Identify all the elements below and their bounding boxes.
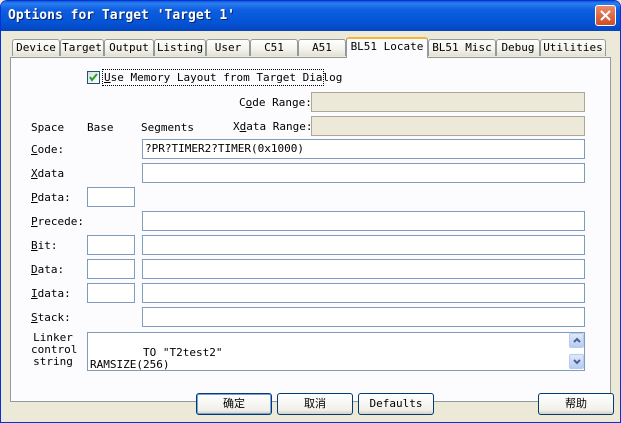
chevron-up-icon bbox=[573, 337, 581, 343]
tab-listing[interactable]: Listing bbox=[154, 39, 206, 56]
scroll-down-button[interactable] bbox=[569, 354, 584, 369]
options-dialog: Options for Target 'Target 1' Device Tar… bbox=[0, 0, 621, 423]
cancel-button[interactable]: 取消 bbox=[277, 393, 353, 415]
tab-bl51-locate[interactable]: BL51 Locate bbox=[346, 37, 428, 58]
linker-control-textarea[interactable]: TO "T2test2" RAMSIZE(256) bbox=[87, 332, 585, 371]
close-button[interactable] bbox=[595, 5, 616, 26]
data-base-field[interactable] bbox=[87, 259, 135, 279]
xdata-range-field bbox=[311, 116, 585, 136]
tab-c51[interactable]: C51 bbox=[250, 39, 298, 56]
use-memory-layout-label[interactable]: Use Memory Layout from Target Dialog bbox=[104, 71, 342, 84]
title-bar[interactable]: Options for Target 'Target 1' bbox=[1, 1, 620, 31]
linker-control-text: TO "T2test2" RAMSIZE(256) bbox=[90, 346, 223, 371]
bit-base-field[interactable] bbox=[87, 235, 135, 255]
precede-segments-field[interactable] bbox=[142, 211, 585, 231]
defaults-button[interactable]: Defaults bbox=[358, 393, 434, 415]
idata-label: Idata: bbox=[31, 287, 71, 300]
code-label: Code: bbox=[31, 143, 65, 156]
xdata-label: Xdata bbox=[31, 167, 65, 180]
scroll-up-button[interactable] bbox=[569, 333, 584, 348]
data-label: Data: bbox=[31, 263, 65, 276]
dialog-client: Device Target Output Listing User C51 A5… bbox=[4, 31, 617, 419]
xdata-range-label: Xdata Range: bbox=[233, 120, 313, 133]
code-segments-field[interactable]: ?PR?TIMER2?TIMER(0x1000) bbox=[142, 139, 585, 159]
use-memory-layout-checkbox[interactable] bbox=[87, 71, 100, 84]
precede-label: Precede: bbox=[31, 215, 84, 228]
idata-base-field[interactable] bbox=[87, 283, 135, 303]
tab-user[interactable]: User bbox=[206, 39, 250, 56]
ok-button[interactable]: 确定 bbox=[196, 393, 272, 415]
tab-bl51-misc[interactable]: BL51 Misc bbox=[428, 39, 496, 56]
code-range-field bbox=[311, 92, 585, 112]
xdata-segments-field[interactable] bbox=[142, 163, 585, 183]
bit-label: Bit: bbox=[31, 239, 58, 252]
base-header: Base bbox=[87, 121, 114, 134]
stack-label: Stack: bbox=[31, 311, 71, 324]
tab-utilities[interactable]: Utilities bbox=[540, 39, 606, 56]
pdata-base-field[interactable] bbox=[87, 187, 135, 207]
help-button[interactable]: 帮助 bbox=[538, 393, 614, 415]
linker-control-label: Linker control string bbox=[31, 331, 78, 368]
chevron-down-icon bbox=[573, 359, 581, 365]
window-title: Options for Target 'Target 1' bbox=[8, 8, 235, 23]
tab-target[interactable]: Target bbox=[60, 39, 104, 56]
tab-output[interactable]: Output bbox=[104, 39, 154, 56]
bl51-locate-panel: Use Memory Layout from Target Dialog Cod… bbox=[10, 57, 611, 402]
pdata-label: Pdata: bbox=[31, 191, 71, 204]
tab-device[interactable]: Device bbox=[12, 39, 60, 56]
checkmark-icon bbox=[89, 73, 98, 82]
data-segments-field[interactable] bbox=[142, 259, 585, 279]
code-range-label: Code Range: bbox=[239, 96, 312, 109]
idata-segments-field[interactable] bbox=[142, 283, 585, 303]
space-header: Space bbox=[31, 121, 65, 134]
tab-debug[interactable]: Debug bbox=[496, 39, 540, 56]
tab-a51[interactable]: A51 bbox=[298, 39, 346, 56]
bit-segments-field[interactable] bbox=[142, 235, 585, 255]
stack-segments-field[interactable] bbox=[142, 307, 585, 327]
close-icon bbox=[600, 10, 611, 21]
segments-header: Segments bbox=[141, 121, 194, 134]
